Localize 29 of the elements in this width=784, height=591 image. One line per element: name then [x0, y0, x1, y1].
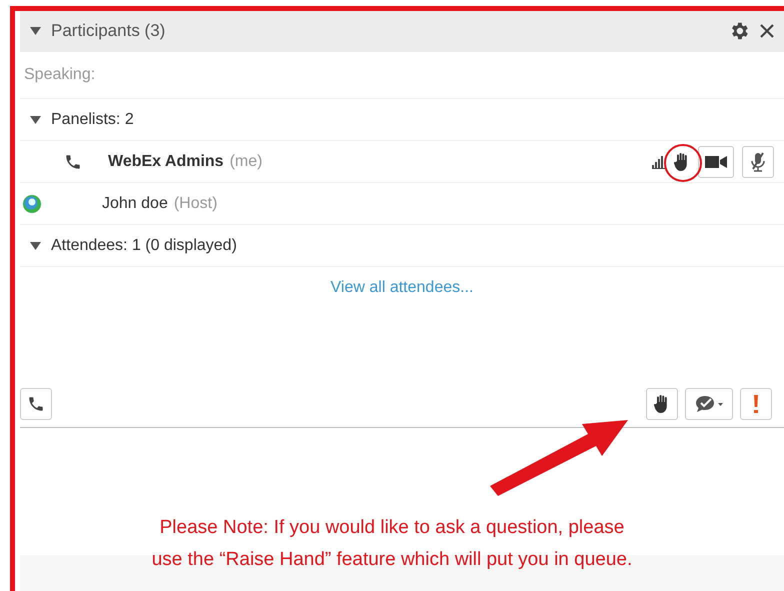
participant-name: John doe — [102, 194, 168, 212]
muted-microphone-icon — [750, 152, 766, 172]
note-text: use the “Raise Hand” feature which will put you in queue. — [152, 548, 632, 572]
participant-role: (Host) — [174, 194, 218, 212]
collapse-caret-icon[interactable] — [30, 27, 41, 35]
mute-button[interactable] — [742, 146, 774, 178]
exclamation-icon — [753, 394, 759, 414]
alert-button[interactable] — [740, 388, 772, 420]
call-button[interactable] — [20, 388, 52, 420]
camera-icon — [705, 154, 727, 168]
raise-hand-button[interactable] — [646, 388, 678, 420]
speech-check-icon — [694, 395, 724, 413]
group-label: Attendees: 1 (0 displayed) — [51, 236, 237, 254]
panel-title: Participants (3) — [51, 21, 166, 41]
participant-name: WebEx Admins — [108, 152, 224, 170]
group-label: Panelists: 2 — [51, 110, 134, 128]
note-text: Please Note: If you would like to ask a question, please — [160, 516, 624, 540]
close-icon[interactable] — [760, 24, 774, 38]
view-attendees-link[interactable]: View all attendees... — [330, 279, 474, 297]
panelists-caret-icon[interactable] — [30, 116, 41, 124]
globe-icon — [22, 194, 42, 214]
feedback-button[interactable] — [685, 388, 733, 420]
phone-icon — [64, 152, 82, 170]
speaking-label: Speaking: — [24, 66, 96, 84]
participant-role: (me) — [230, 152, 262, 170]
phone-icon — [27, 395, 45, 413]
video-button[interactable] — [698, 146, 734, 178]
signal-icon — [652, 154, 666, 168]
attendees-caret-icon[interactable] — [30, 242, 41, 250]
